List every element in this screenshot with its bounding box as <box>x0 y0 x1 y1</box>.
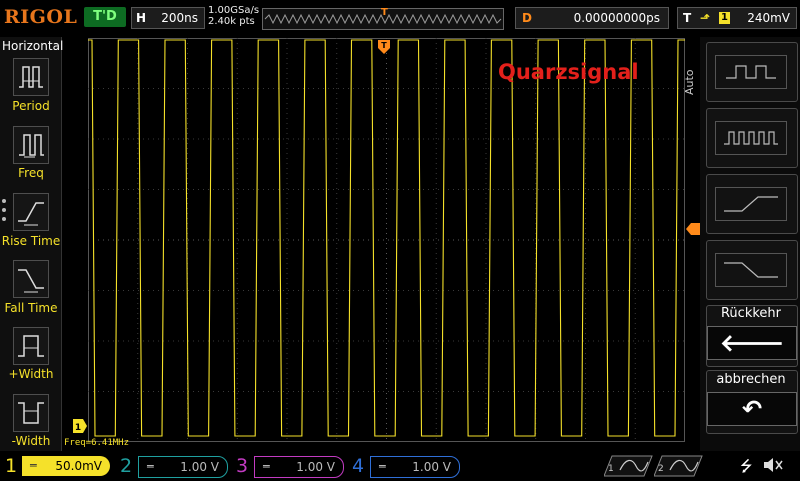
delay-label: D <box>522 11 532 25</box>
rising-edge-icon <box>724 196 778 212</box>
period-icon <box>19 66 43 88</box>
frequency-button[interactable] <box>13 126 49 164</box>
rise-time-icon <box>18 202 44 226</box>
trigger-label: T <box>683 11 692 25</box>
memory-trigger-marker: T <box>381 7 388 18</box>
delay-value: 0.00000000ps <box>573 11 660 25</box>
svg-text:T: T <box>381 41 387 50</box>
horizontal-scale[interactable]: H 200ns <box>131 7 205 29</box>
math-1-label: 1 <box>608 464 614 474</box>
fall-time-button[interactable] <box>13 260 49 298</box>
signal-annotation: Quarzsignal <box>498 60 639 84</box>
selection-frame <box>715 187 787 221</box>
selection-frame <box>715 121 787 155</box>
auto-mode-label: Auto <box>683 69 696 95</box>
rise-time-button[interactable] <box>13 193 49 231</box>
waveform-display[interactable] <box>88 38 685 442</box>
channel-4-scale-value: 1.00 V <box>412 460 451 474</box>
preset-square-wave-button[interactable] <box>706 42 798 102</box>
left-menu-title: Horizontal <box>2 39 64 53</box>
positive-width-label: +Width <box>8 367 54 381</box>
frequency-icon <box>19 134 44 158</box>
speaker-muted-icon[interactable] <box>762 456 784 474</box>
fall-time-icon <box>18 269 44 293</box>
negative-width-button[interactable] <box>13 394 49 432</box>
channel-4-scale[interactable]: ═ 1.00 V <box>370 456 460 478</box>
channel-3-scale-value: 1.00 V <box>296 460 335 474</box>
frequency-measurement: Freq=6.41MHz <box>64 438 130 448</box>
period-label: Period <box>12 99 50 113</box>
channel-1-ground-marker[interactable]: 1 <box>73 419 87 433</box>
math-2-label: 2 <box>658 464 664 474</box>
dc-coupling-icon: ═ <box>379 460 386 473</box>
preset-rising-edge-button[interactable] <box>706 174 798 234</box>
channel-3-scale[interactable]: ═ 1.00 V <box>254 456 344 478</box>
undo-icon: ↶ <box>707 392 797 426</box>
page-dots <box>2 199 8 226</box>
delay-box[interactable]: D 0.00000000ps <box>515 7 669 29</box>
negative-width-icon <box>18 402 44 424</box>
channel-1-number[interactable]: 1 <box>5 455 17 477</box>
trigger-position-marker[interactable]: T <box>378 40 390 54</box>
svg-text:1: 1 <box>75 423 81 433</box>
usb-icon: ⭍ <box>740 457 753 475</box>
selection-frame <box>715 253 787 287</box>
dc-coupling-icon: ═ <box>147 460 154 473</box>
channel-2-number[interactable]: 2 <box>120 455 132 477</box>
channel-1-scale[interactable]: ═ 50.0mV <box>22 456 110 476</box>
trigger-level: 240mV <box>747 11 790 25</box>
frequency-label: Freq <box>18 166 44 180</box>
rigol-logo: RIGOL <box>4 6 78 28</box>
preset-pulse-train-button[interactable] <box>706 108 798 168</box>
back-arrow-icon: 🡐 <box>707 326 797 360</box>
sample-rate: 1.00GSa/s <box>208 5 260 16</box>
preset-falling-edge-button[interactable] <box>706 240 798 300</box>
fall-time-label: Fall Time <box>4 301 58 315</box>
back-label: Rückkehr <box>720 306 781 321</box>
memory-depth: 2.40k pts <box>208 16 255 27</box>
rising-edge-icon: ⬏ <box>700 11 711 25</box>
dc-coupling-icon: ═ <box>263 460 270 473</box>
selection-frame <box>715 55 787 89</box>
trigger-level-marker[interactable] <box>686 223 700 235</box>
channel-3-number[interactable]: 3 <box>236 455 248 477</box>
channel-4-number[interactable]: 4 <box>352 455 364 477</box>
cancel-label: abbrechen <box>716 372 786 387</box>
negative-width-label: -Width <box>11 434 51 448</box>
channel-2-scale[interactable]: ═ 1.00 V <box>138 456 228 478</box>
trigger-box[interactable]: T ⬏ 1 240mV <box>677 7 797 29</box>
trigger-channel: 1 <box>719 12 730 24</box>
channel-2-scale-value: 1.00 V <box>180 460 219 474</box>
horizontal-label: H <box>136 11 147 25</box>
pulse-train-icon <box>724 131 778 145</box>
positive-width-button[interactable] <box>13 327 49 365</box>
run-status-badge[interactable]: T'D <box>84 7 126 27</box>
channel-1-scale-value: 50.0mV <box>55 459 102 473</box>
acquisition-info: 1.00GSa/s 2.40k pts <box>208 5 259 27</box>
horizontal-value: 200ns <box>161 11 198 25</box>
square-wave-icon <box>726 65 776 79</box>
falling-edge-icon <box>724 262 778 278</box>
period-button[interactable] <box>13 58 49 96</box>
dc-coupling-icon: ═ <box>30 459 37 472</box>
positive-width-icon <box>18 335 44 357</box>
rise-time-label: Rise Time <box>1 234 61 248</box>
